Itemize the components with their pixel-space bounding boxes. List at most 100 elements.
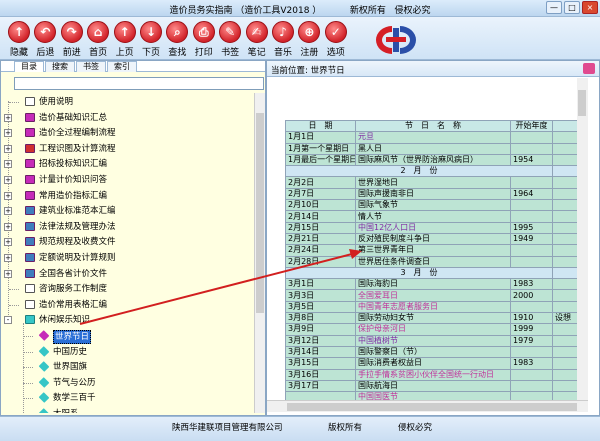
month-row: 3 月 份 bbox=[285, 266, 577, 280]
name-cell[interactable]: 中国青年志愿者服务日 bbox=[355, 300, 511, 314]
music-button[interactable]: ♪ 音乐 bbox=[270, 21, 296, 58]
tree-line bbox=[23, 351, 33, 353]
year-cell bbox=[510, 210, 553, 223]
year-cell: 1983 bbox=[510, 357, 553, 370]
tree-item[interactable]: + 招标投标知识汇编 bbox=[1, 157, 251, 171]
expand-icon[interactable]: + bbox=[4, 144, 12, 153]
table-row: 3月12日 中国植树节 1979 bbox=[285, 334, 577, 347]
expand-icon[interactable]: + bbox=[4, 176, 12, 184]
tree-item[interactable]: + 工程识图及计算流程 bbox=[1, 142, 251, 156]
name-cell: 国际海豹日 bbox=[355, 278, 511, 291]
tree-item[interactable]: + 全国各省计价文件 bbox=[1, 267, 251, 281]
expand-icon[interactable]: + bbox=[4, 129, 12, 138]
topic-icon bbox=[38, 345, 50, 357]
tree-item-label: 世界国旗 bbox=[53, 362, 88, 373]
table-header: 日 期节 日 名 称开始年度 bbox=[285, 119, 577, 133]
tree-item[interactable]: 造价常用表格汇编 bbox=[1, 298, 251, 312]
name-cell[interactable]: 全国爱耳日 bbox=[355, 289, 511, 302]
options-button[interactable]: ✓ 选项 bbox=[323, 21, 349, 58]
content-scrollbar[interactable] bbox=[577, 78, 588, 400]
tab-index[interactable]: 索引 bbox=[107, 61, 137, 72]
tree-item[interactable]: + 规范规程及收费文件 bbox=[1, 235, 251, 249]
prev-page-button[interactable]: ↑ 上页 bbox=[112, 21, 138, 58]
note-button[interactable]: ✍ 笔记 bbox=[244, 21, 270, 58]
tree-item-label: 太阳系 bbox=[53, 407, 79, 413]
tree-item-label: 休闲娱乐知识 bbox=[39, 315, 91, 326]
tree-item[interactable]: 太阳系 bbox=[1, 407, 251, 413]
print-icon: ⎙ bbox=[192, 21, 215, 43]
toolbar-label: 书签 bbox=[221, 48, 240, 58]
tree-item[interactable]: 中国历史 bbox=[1, 345, 251, 359]
maximize-button[interactable]: □ bbox=[564, 1, 580, 14]
forward-button[interactable]: ↷ 前进 bbox=[59, 21, 85, 58]
extra-cell bbox=[552, 165, 577, 178]
print-button[interactable]: ⎙ 打印 bbox=[191, 21, 217, 58]
tree-item[interactable]: + 定额说明及计算规则 bbox=[1, 251, 251, 265]
tree-item[interactable]: 咨询服务工作制度 bbox=[1, 282, 251, 296]
expand-icon[interactable]: + bbox=[4, 222, 12, 231]
tree-item[interactable]: 使用说明 bbox=[1, 95, 251, 109]
content-hscroll-thumb[interactable] bbox=[287, 403, 577, 411]
name-cell[interactable]: 中国12亿人口日 bbox=[355, 221, 511, 234]
close-button[interactable]: × bbox=[582, 1, 598, 14]
name-cell[interactable]: 手拉手情系贫困小伙伴全国统一行动日 bbox=[355, 368, 511, 381]
expand-icon[interactable]: + bbox=[4, 207, 12, 216]
register-button[interactable]: ⊕ 注册 bbox=[296, 21, 322, 58]
table-row: 1月1日 元旦 bbox=[285, 131, 577, 144]
tree-scroll-thumb[interactable] bbox=[256, 113, 264, 313]
tree-item[interactable]: 数学三百千 bbox=[1, 391, 251, 405]
tree-scrollbar[interactable] bbox=[254, 93, 265, 413]
tree-item[interactable]: - 休闲娱乐知识 bbox=[1, 313, 251, 327]
tree-item[interactable]: + 法律法规及管理办法 bbox=[1, 220, 251, 234]
toolbar-label: 音乐 bbox=[273, 48, 292, 58]
collapse-icon[interactable]: - bbox=[4, 316, 12, 325]
name-cell: 黑人日 bbox=[355, 142, 511, 155]
tree-item[interactable]: + 计量计价知识问答 bbox=[1, 173, 251, 187]
tab-bookmarks[interactable]: 书签 bbox=[76, 61, 106, 72]
name-cell[interactable]: 中国植树节 bbox=[355, 334, 511, 347]
content-scroll-thumb[interactable] bbox=[578, 90, 586, 116]
title-bar: 造价员务实指南 （造价工具V2018 ） 新权所有 侵权必究 — □ × bbox=[0, 0, 600, 17]
date-cell: 3月15日 bbox=[285, 357, 356, 370]
expand-icon[interactable]: + bbox=[4, 238, 12, 247]
table-row: 3月1日 国际海豹日 1983 bbox=[285, 278, 577, 291]
tree-item-label: 计量计价知识问答 bbox=[39, 175, 108, 185]
extra-cell bbox=[552, 176, 577, 189]
collapse-icon[interactable] bbox=[583, 63, 595, 74]
minimize-button[interactable]: — bbox=[546, 1, 562, 14]
expand-icon[interactable]: + bbox=[4, 160, 12, 169]
tab-contents[interactable]: 目录 bbox=[14, 61, 44, 72]
book-icon bbox=[25, 112, 35, 122]
hide-button[interactable]: ↑ 隐藏 bbox=[6, 21, 32, 58]
tree-item[interactable]: 世界国旗 bbox=[1, 360, 251, 374]
expand-icon[interactable]: + bbox=[4, 254, 12, 262]
tree-item[interactable]: 世界节日 bbox=[1, 329, 251, 344]
bookmark-icon: ✎ bbox=[219, 21, 242, 43]
home-button[interactable]: ⌂ 首页 bbox=[85, 21, 111, 58]
tree-item[interactable]: 节气与公历 bbox=[1, 376, 251, 390]
tree-line bbox=[23, 398, 33, 400]
tab-search[interactable]: 搜索 bbox=[45, 61, 75, 72]
search-button[interactable]: ⌕ 查找 bbox=[164, 21, 190, 58]
tree-line bbox=[9, 304, 19, 306]
content-area: 日 期节 日 名 称开始年度 1月1日 元旦 1月第一个星期日 黑人日 1月最后一个星期日… bbox=[267, 78, 577, 400]
hide-icon: ↑ bbox=[8, 21, 30, 43]
expand-icon[interactable]: + bbox=[4, 191, 12, 200]
search-input[interactable] bbox=[14, 77, 264, 90]
name-cell[interactable]: 保护母亲河日 bbox=[355, 323, 511, 336]
extra-cell bbox=[552, 379, 577, 393]
next-page-button[interactable]: ↓ 下页 bbox=[138, 21, 164, 58]
expand-icon[interactable]: + bbox=[4, 269, 12, 278]
bookmark-button[interactable]: ✎ 书签 bbox=[217, 21, 243, 58]
tree-item[interactable]: + 造价全过程编制流程 bbox=[1, 126, 251, 140]
tree-item[interactable]: + 建筑业标准范本汇编 bbox=[1, 204, 251, 218]
expand-icon[interactable]: + bbox=[4, 113, 12, 122]
name-cell[interactable]: 中国国医节 bbox=[355, 391, 511, 400]
column-header-extra bbox=[552, 119, 577, 133]
back-button[interactable]: ↶ 后退 bbox=[32, 21, 58, 58]
tree-item[interactable]: + 造价基础知识汇总 bbox=[1, 111, 251, 125]
extra-cell-text: 设想 bbox=[552, 312, 577, 325]
tree-item[interactable]: + 常用造价指标汇编 bbox=[1, 189, 251, 203]
name-cell[interactable]: 元旦 bbox=[355, 131, 511, 144]
content-hscrollbar[interactable] bbox=[267, 400, 588, 412]
